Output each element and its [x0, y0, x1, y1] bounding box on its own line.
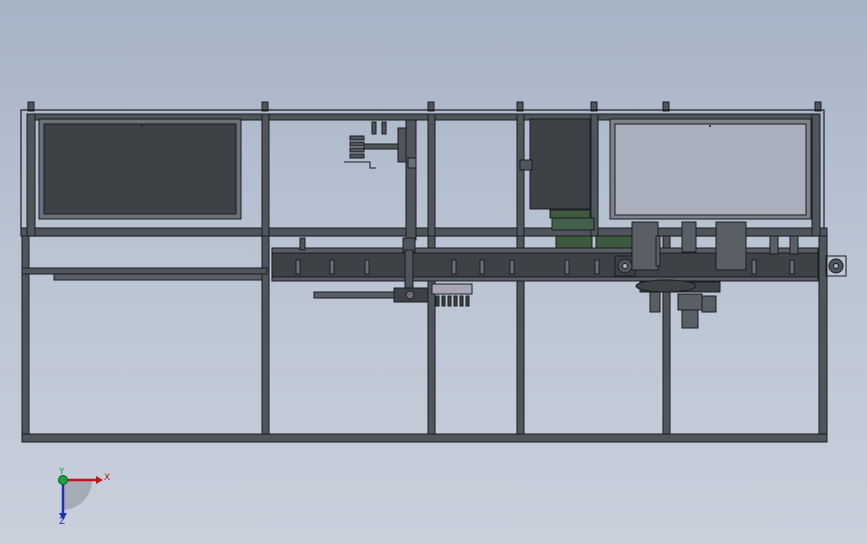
pulley-assembly [344, 119, 417, 241]
side-rail-left [53, 273, 263, 281]
x-axis-arrowhead [96, 476, 103, 484]
triad-plane-shading [63, 480, 93, 510]
electrical-cabinet [519, 118, 591, 210]
left-panel [38, 118, 242, 220]
cad-viewport[interactable]: X Y Z [0, 0, 867, 544]
right-panel [609, 118, 812, 220]
feeder-carriage [313, 283, 473, 307]
z-axis-label: Z [59, 517, 65, 527]
x-axis-label: X [104, 473, 110, 483]
y-axis-label: Y [58, 467, 65, 477]
view-triad: X Y Z [58, 467, 110, 527]
